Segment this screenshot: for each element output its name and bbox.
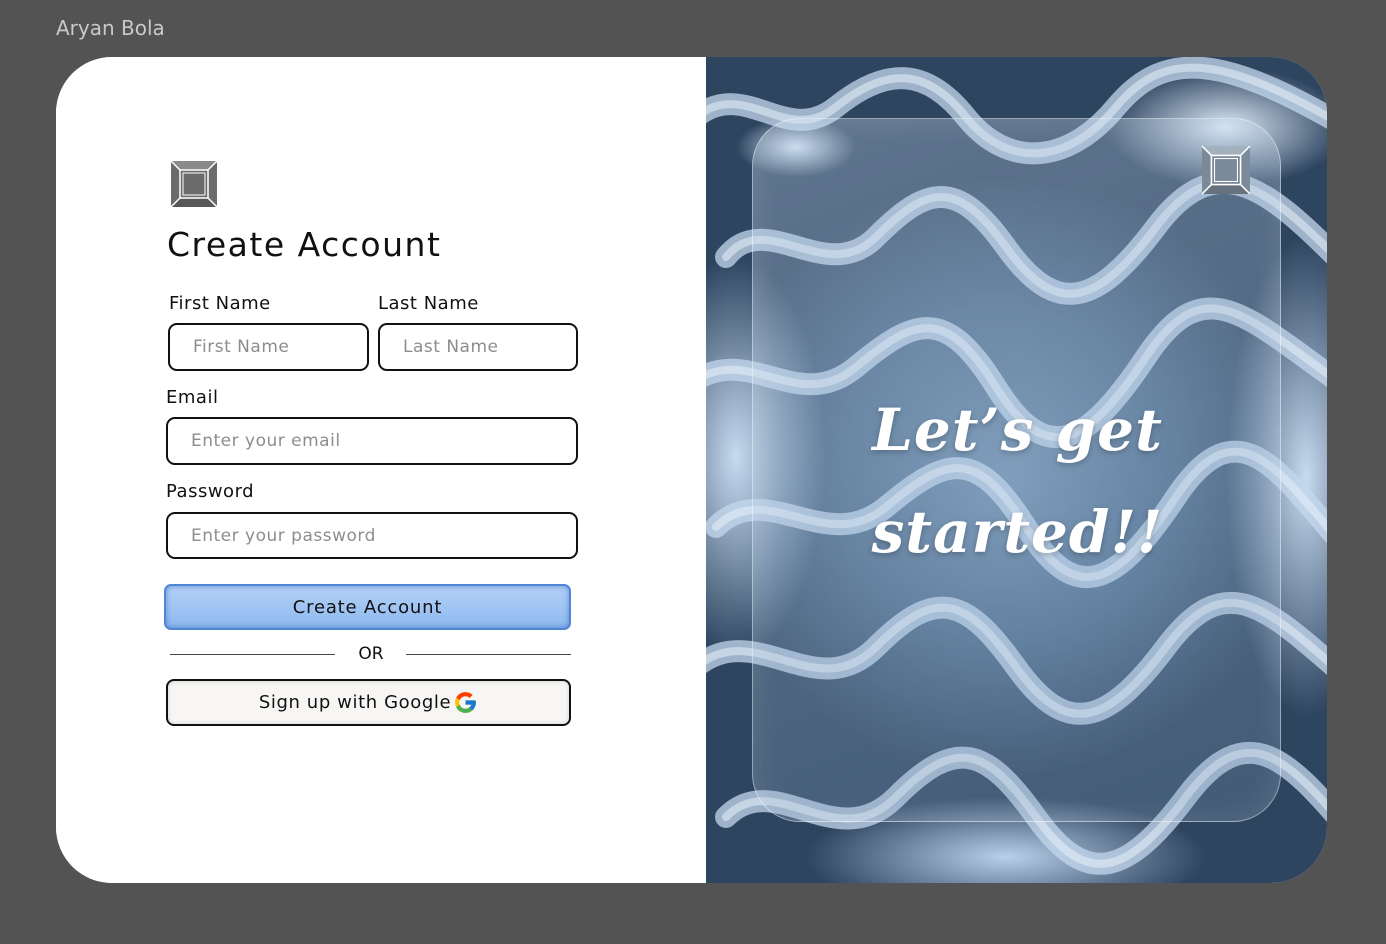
square-frame-icon <box>170 160 218 208</box>
password-input[interactable] <box>166 512 578 559</box>
page-title: Create Account <box>167 225 442 264</box>
google-signup-label: Sign up with Google <box>258 692 452 713</box>
create-account-button[interactable]: Create Account <box>164 584 571 630</box>
first-name-input[interactable] <box>168 323 369 371</box>
or-divider-text: OR <box>358 644 384 664</box>
square-frame-icon <box>1201 145 1251 195</box>
hero-line-1: Let’s get <box>872 396 1163 464</box>
signup-form-panel: Create Account First Name Last Name Emai… <box>56 57 706 883</box>
signup-card: Create Account First Name Last Name Emai… <box>56 57 1327 883</box>
divider-left <box>170 654 335 655</box>
hero-image-panel: Let’s get started!! <box>706 57 1327 883</box>
hero-line-2: started!! <box>871 498 1164 566</box>
glass-card: Let’s get started!! <box>752 118 1281 822</box>
frame-label: Aryan Bola <box>56 16 165 40</box>
divider-right <box>406 654 571 655</box>
last-name-input[interactable] <box>378 323 578 371</box>
first-name-label: First Name <box>169 293 271 314</box>
last-name-label: Last Name <box>378 293 479 314</box>
password-label: Password <box>166 481 255 502</box>
google-g-icon <box>453 690 478 715</box>
hero-heading: Let’s get started!! <box>753 379 1282 583</box>
email-input[interactable] <box>166 417 578 465</box>
google-signup-button[interactable]: Sign up with Google <box>166 679 571 726</box>
email-label: Email <box>166 387 219 408</box>
